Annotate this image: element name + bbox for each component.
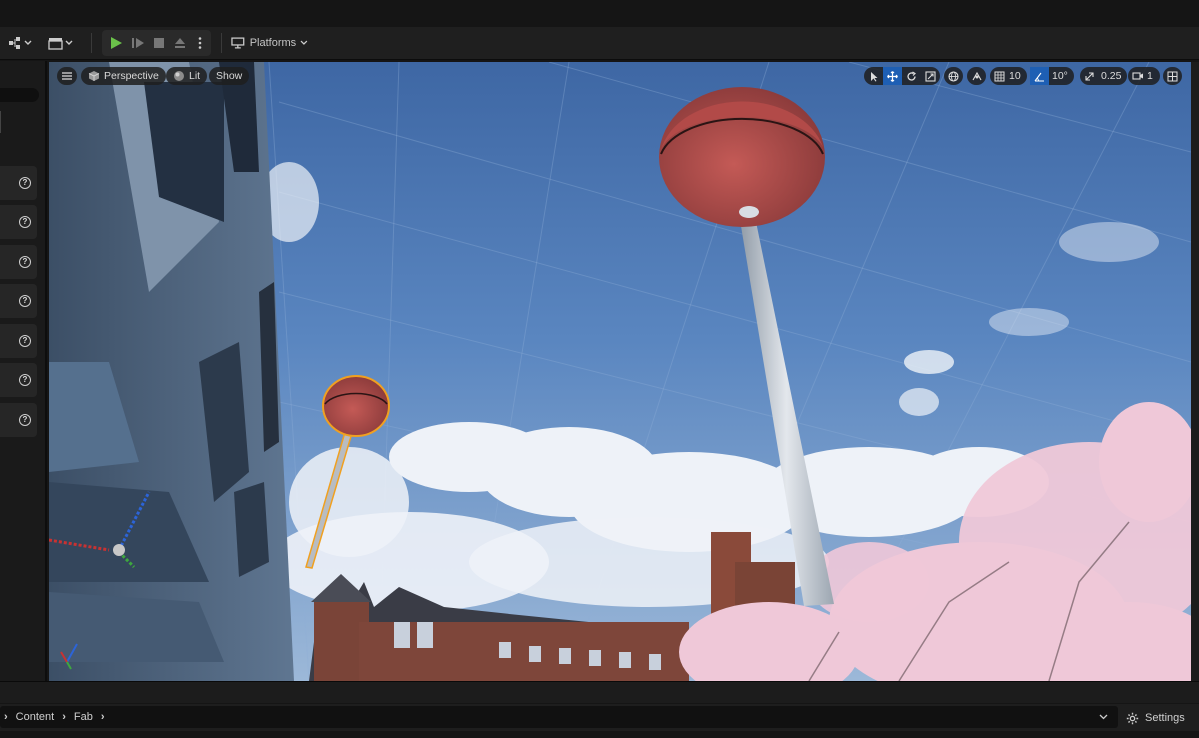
play-controls-group (102, 30, 211, 56)
scale-tool-button[interactable] (921, 67, 940, 85)
property-row[interactable]: ? (0, 284, 37, 318)
cursor-arrow-icon (870, 71, 877, 81)
content-browser-path: › Content › Fab › (0, 706, 1118, 728)
breadcrumb-chevron-icon[interactable]: › (101, 711, 105, 723)
property-row[interactable]: ? (0, 245, 37, 279)
platforms-label: Platforms (249, 37, 297, 49)
level-viewport[interactable]: Perspective Lit Show 10 10° 0.25 1 (49, 62, 1191, 681)
breadcrumb-chevron-icon[interactable]: › (4, 711, 8, 723)
right-edge-panel (1191, 62, 1199, 681)
grid-snap-group[interactable]: 10 (990, 67, 1027, 85)
camera-speed-value: 1 (1147, 70, 1153, 82)
settings-button[interactable]: Settings (1126, 708, 1185, 728)
globe-icon (948, 70, 959, 82)
property-row[interactable]: ? (0, 403, 37, 437)
view-mode-label: Perspective (104, 70, 159, 82)
unreal-editor-window: Platforms ? ? ? ? ? ? ? Perspective Lit … (0, 0, 1199, 738)
concrete-building (49, 62, 294, 681)
viewport-scene (49, 62, 1191, 681)
help-icon[interactable]: ? (19, 256, 31, 268)
viewport-menu-button[interactable] (57, 67, 77, 85)
step-forward-icon (132, 38, 144, 48)
viewport-layout-button[interactable] (1163, 67, 1182, 85)
show-label: Show (216, 70, 243, 82)
select-tool-button[interactable] (864, 67, 883, 85)
help-icon[interactable]: ? (19, 414, 31, 426)
panel-divider (0, 111, 1, 133)
gear-icon (1126, 712, 1139, 724)
breadcrumb-fab[interactable]: Fab (74, 711, 93, 723)
settings-label: Settings (1145, 712, 1185, 724)
advance-frame-button[interactable] (128, 31, 148, 55)
help-icon[interactable]: ? (19, 295, 31, 307)
selection-mode-button[interactable] (4, 31, 36, 55)
breadcrumb-chevron-icon[interactable]: › (62, 711, 66, 723)
help-icon[interactable]: ? (19, 374, 31, 386)
cinematics-button[interactable] (44, 31, 76, 55)
status-bar (0, 731, 1199, 738)
property-row[interactable]: ? (0, 363, 37, 397)
rotate-icon (907, 70, 916, 81)
main-toolbar: Platforms (0, 27, 1199, 60)
help-icon[interactable]: ? (19, 216, 31, 228)
move-arrows-icon (887, 70, 898, 82)
camera-icon (1131, 72, 1143, 80)
rotation-snap-value: 10° (1052, 70, 1068, 82)
scale-snap-group[interactable]: 0.25 (1080, 67, 1128, 85)
scale-icon (925, 70, 936, 82)
view-mode-button[interactable]: Perspective (81, 67, 166, 85)
layout-grid-icon (1167, 71, 1178, 81)
play-options-button[interactable] (192, 31, 208, 55)
camera-speed-group[interactable]: 1 (1128, 67, 1160, 85)
lighting-mode-label: Lit (189, 70, 201, 82)
bottom-tab-strip (0, 681, 1199, 703)
property-row[interactable]: ? (0, 205, 37, 239)
property-row[interactable]: ? (0, 324, 37, 358)
stop-icon (154, 38, 164, 48)
rotate-tool-button[interactable] (902, 67, 921, 85)
sphere-icon (174, 71, 184, 81)
grid-icon (994, 71, 1005, 81)
help-icon[interactable]: ? (19, 177, 31, 189)
clapperboard-icon (48, 38, 73, 50)
eject-icon (175, 38, 185, 48)
play-icon (111, 37, 122, 49)
hamburger-menu-icon (62, 72, 72, 80)
translate-tool-button[interactable] (883, 67, 902, 85)
scale-arrow-icon (1085, 71, 1094, 81)
eject-button[interactable] (170, 31, 190, 55)
title-strip (0, 0, 1199, 27)
lighting-mode-button[interactable]: Lit (166, 67, 208, 85)
property-row[interactable]: ? (0, 166, 37, 200)
rotation-snap-group[interactable]: 10° (1030, 67, 1074, 85)
stop-button[interactable] (149, 31, 169, 55)
search-field[interactable] (0, 88, 39, 102)
breadcrumb-content[interactable]: Content (16, 711, 55, 723)
play-button[interactable] (106, 31, 126, 55)
chevron-down-icon (300, 40, 308, 45)
surface-snap-icon (972, 71, 981, 80)
toolbar-separator (221, 33, 222, 53)
transform-tools-group (864, 67, 940, 85)
platforms-icon (231, 37, 245, 49)
hierarchy-icon (9, 37, 32, 49)
angle-icon (1034, 72, 1044, 82)
show-flags-button[interactable]: Show (209, 67, 250, 85)
coordinate-system-button[interactable] (944, 67, 963, 85)
path-dropdown-chevron-icon[interactable] (1099, 711, 1108, 723)
scale-snap-value: 0.25 (1101, 70, 1122, 82)
kebab-menu-icon (198, 37, 202, 49)
grid-snap-value: 10 (1009, 70, 1021, 82)
platforms-button[interactable]: Platforms (230, 31, 308, 55)
surface-snapping-button[interactable] (967, 67, 986, 85)
cube-icon (88, 71, 100, 81)
details-panel: ? ? ? ? ? ? ? (0, 61, 47, 681)
toolbar-separator (91, 33, 92, 53)
help-icon[interactable]: ? (19, 335, 31, 347)
